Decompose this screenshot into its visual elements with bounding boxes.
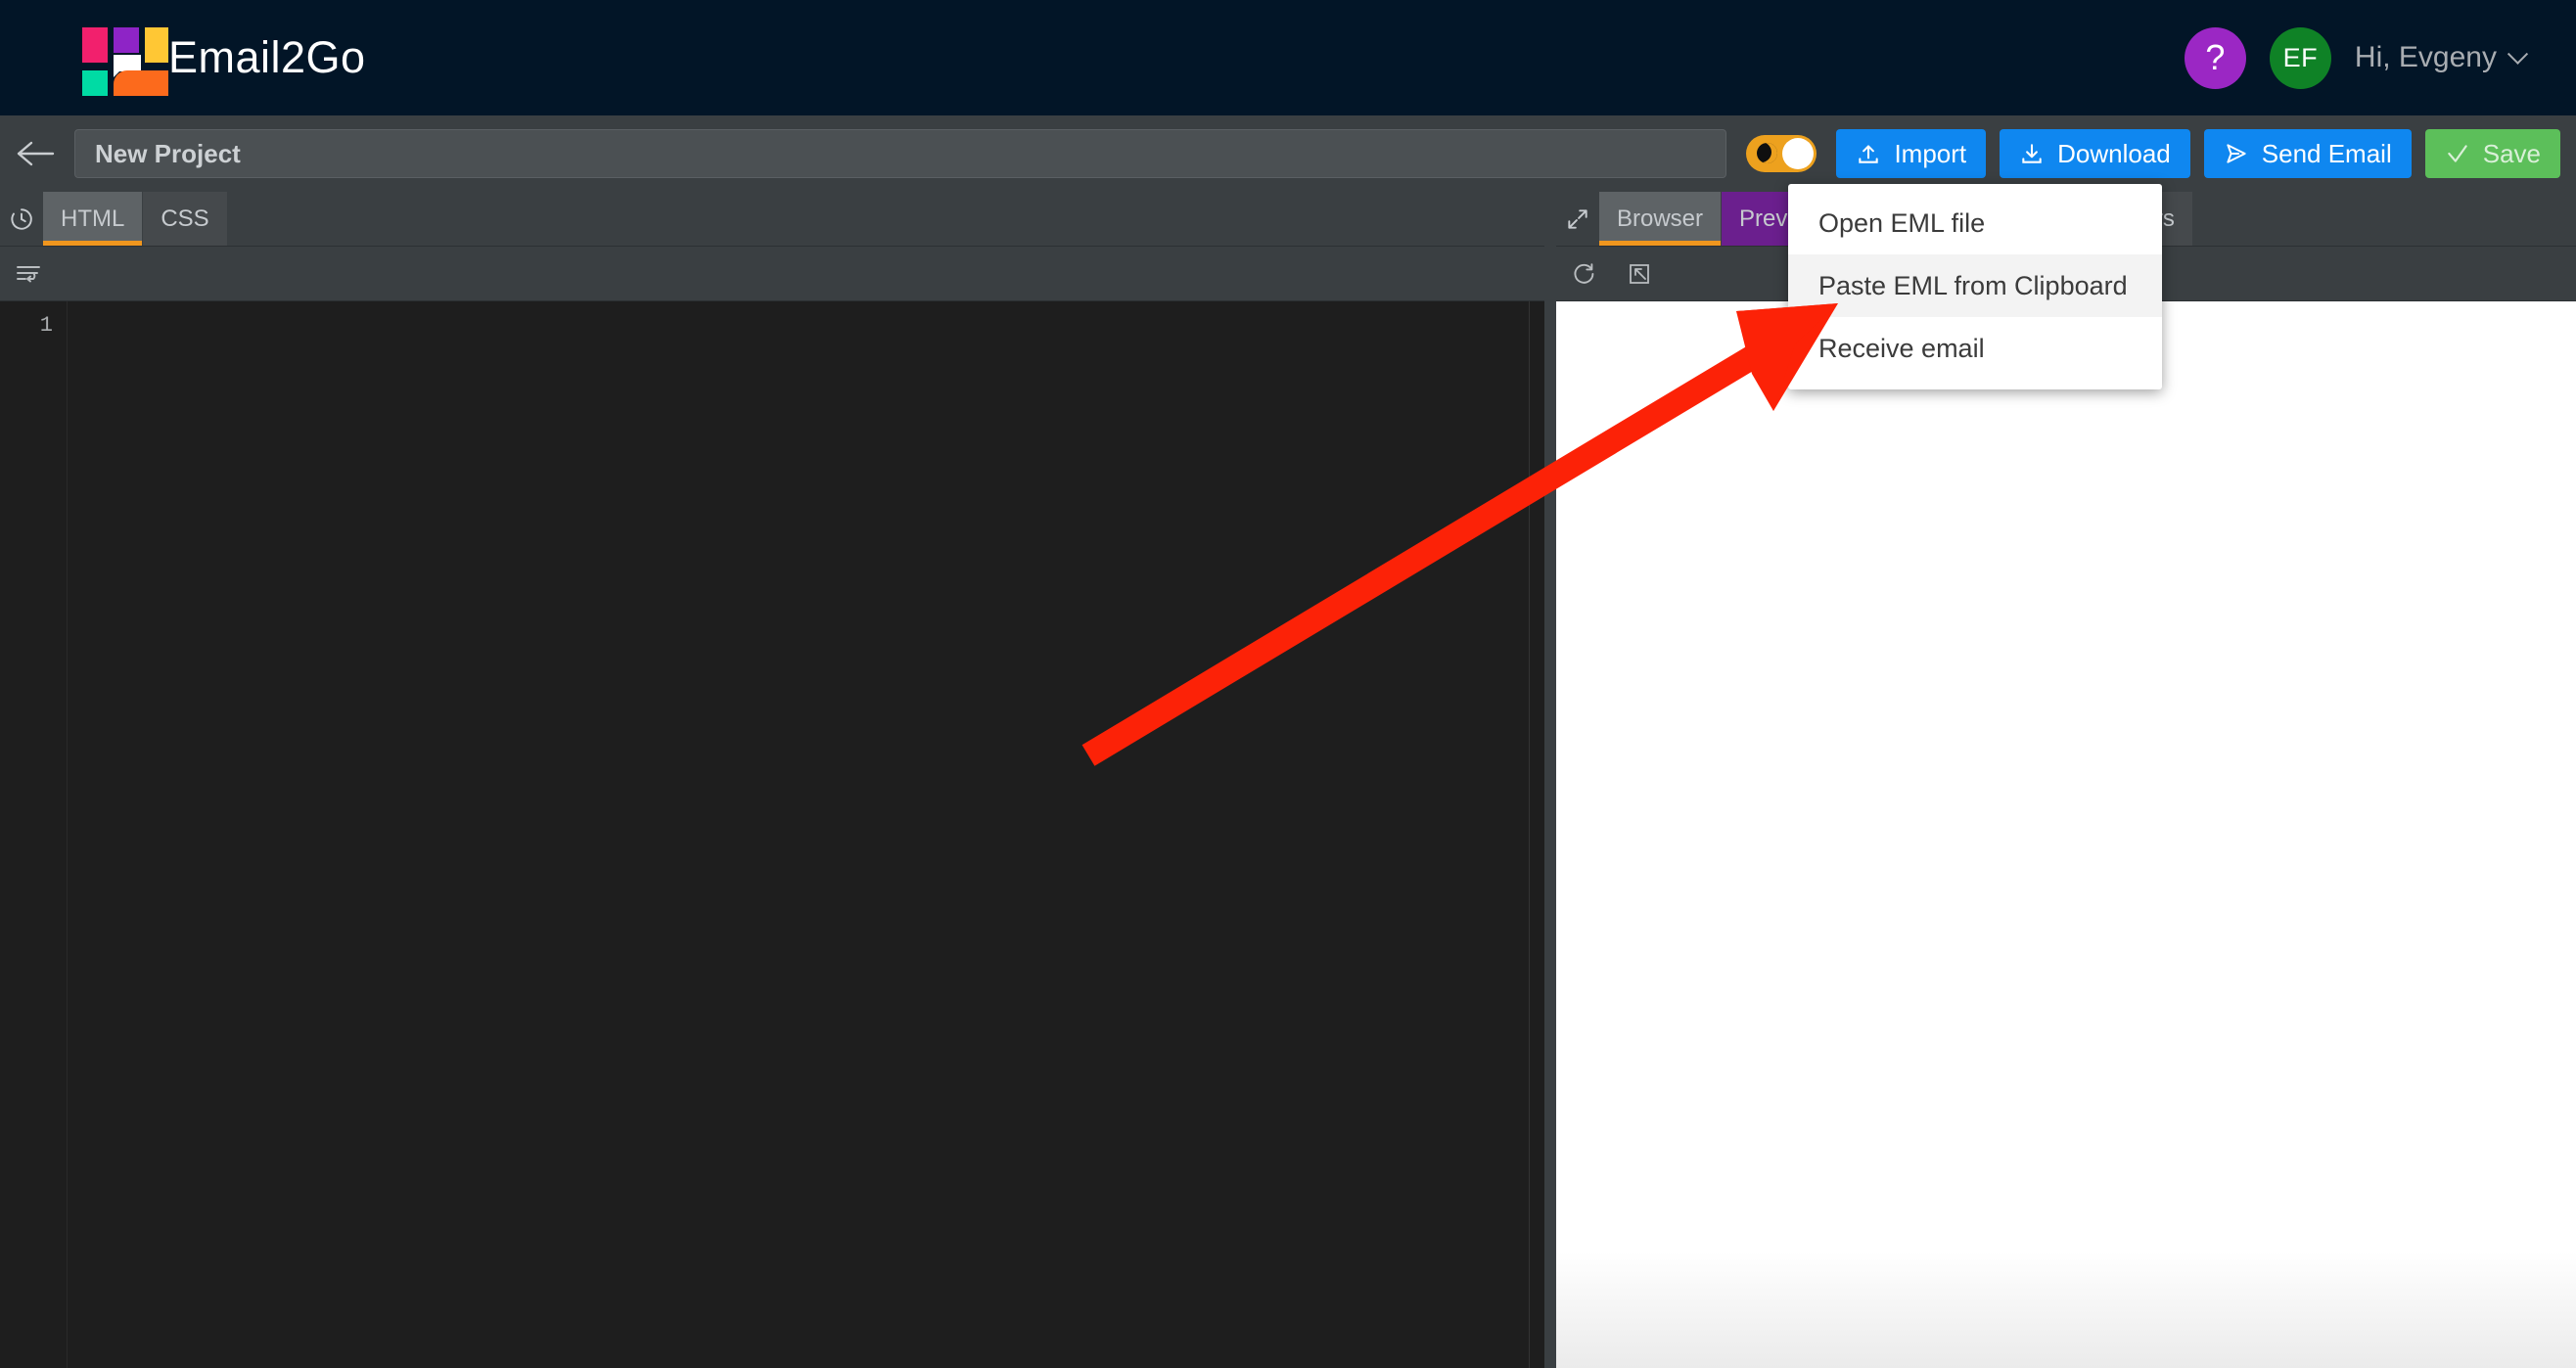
editor-subtoolbar <box>0 247 1544 301</box>
import-button[interactable]: Import <box>1836 129 1987 178</box>
open-external-icon <box>1630 263 1649 284</box>
tab-css[interactable]: CSS <box>143 192 228 246</box>
editor-pane: HTML CSS 1 <box>0 192 1544 1368</box>
menu-item-paste-eml-from-clipboard-label: Paste EML from Clipboard <box>1818 270 2128 300</box>
pane-splitter[interactable] <box>1544 192 1556 1368</box>
send-email-button[interactable]: Send Email <box>2203 129 2412 178</box>
upload-icon <box>1859 145 1879 163</box>
tab-browser[interactable]: Browser <box>1599 192 1723 246</box>
import-button-label: Import <box>1894 138 1967 168</box>
save-button-label: Save <box>2482 138 2541 168</box>
word-wrap-button[interactable] <box>8 253 49 295</box>
toggle-knob <box>1782 138 1815 169</box>
word-wrap-icon <box>17 265 40 282</box>
moon-icon <box>1757 143 1778 163</box>
brand-name: Email2Go <box>168 32 366 82</box>
refresh-icon <box>1574 262 1594 284</box>
tab-html[interactable]: HTML <box>43 192 144 246</box>
download-button-label: Download <box>2057 138 2171 168</box>
menu-item-open-eml-file[interactable]: Open EML file <box>1788 192 2162 254</box>
brand[interactable]: Email2Go <box>82 27 366 96</box>
menu-item-open-eml-file-label: Open EML file <box>1818 207 1986 238</box>
menu-item-receive-email-label: Receive email <box>1818 333 1985 363</box>
user-menu[interactable]: Hi, Evgeny <box>2354 41 2529 74</box>
menu-item-receive-email[interactable]: Receive email <box>1788 317 2162 380</box>
menu-item-paste-eml-from-clipboard[interactable]: Paste EML from Clipboard <box>1788 254 2162 317</box>
tab-browser-label: Browser <box>1617 205 1704 232</box>
history-button[interactable] <box>0 192 43 246</box>
download-button[interactable]: Download <box>2000 129 2190 178</box>
send-icon <box>2227 144 2246 163</box>
editor-scroll-edge <box>1529 301 1544 1368</box>
code-text-area[interactable] <box>67 301 1529 1368</box>
project-toolbar: Import Download Send Email Save <box>0 115 2576 192</box>
refresh-button[interactable] <box>1564 253 1605 295</box>
download-icon <box>2022 144 2042 163</box>
user-greeting-label: Hi, Evgeny <box>2354 41 2497 73</box>
line-number: 1 <box>39 313 53 338</box>
header-actions: ? EF Hi, Evgeny <box>2184 26 2529 89</box>
arrow-left-icon <box>17 141 55 166</box>
email2go-logo-icon <box>82 27 168 96</box>
clock-history-icon <box>11 207 32 230</box>
avatar-initials: EF <box>2282 42 2319 72</box>
avatar[interactable]: EF <box>2269 26 2331 89</box>
workspace: HTML CSS 1 Browser Preview <box>0 192 2576 1368</box>
line-number-gutter: 1 <box>0 301 67 1368</box>
tabstrip-filler <box>227 192 1544 246</box>
open-external-button[interactable] <box>1619 253 1660 295</box>
back-button[interactable] <box>10 128 61 179</box>
tab-css-label: CSS <box>161 205 209 232</box>
editor-tabstrip: HTML CSS <box>0 192 1544 247</box>
import-dropdown-menu: Open EML file Paste EML from Clipboard R… <box>1788 184 2162 389</box>
question-mark-icon: ? <box>2205 37 2226 77</box>
chevron-down-icon <box>2507 43 2529 65</box>
app-root: Email2Go ? EF Hi, Evgeny New Project Imp… <box>0 0 2576 1368</box>
project-name-input[interactable] <box>74 129 1727 178</box>
expand-preview-button[interactable] <box>1556 192 1599 246</box>
code-editor[interactable]: 1 <box>0 301 1544 1368</box>
email-preview-frame[interactable] <box>1556 301 2576 1368</box>
check-icon <box>2447 145 2467 162</box>
help-button[interactable]: ? <box>2184 26 2246 89</box>
send-email-button-label: Send Email <box>2261 138 2392 168</box>
expand-diagonal-icon <box>1568 208 1587 229</box>
app-header: Email2Go ? EF Hi, Evgeny <box>0 0 2576 115</box>
tab-html-label: HTML <box>61 205 125 232</box>
save-button[interactable]: Save <box>2424 129 2560 178</box>
preview-tabstrip-filler <box>2192 192 2576 246</box>
dark-mode-toggle[interactable] <box>1746 135 1817 172</box>
